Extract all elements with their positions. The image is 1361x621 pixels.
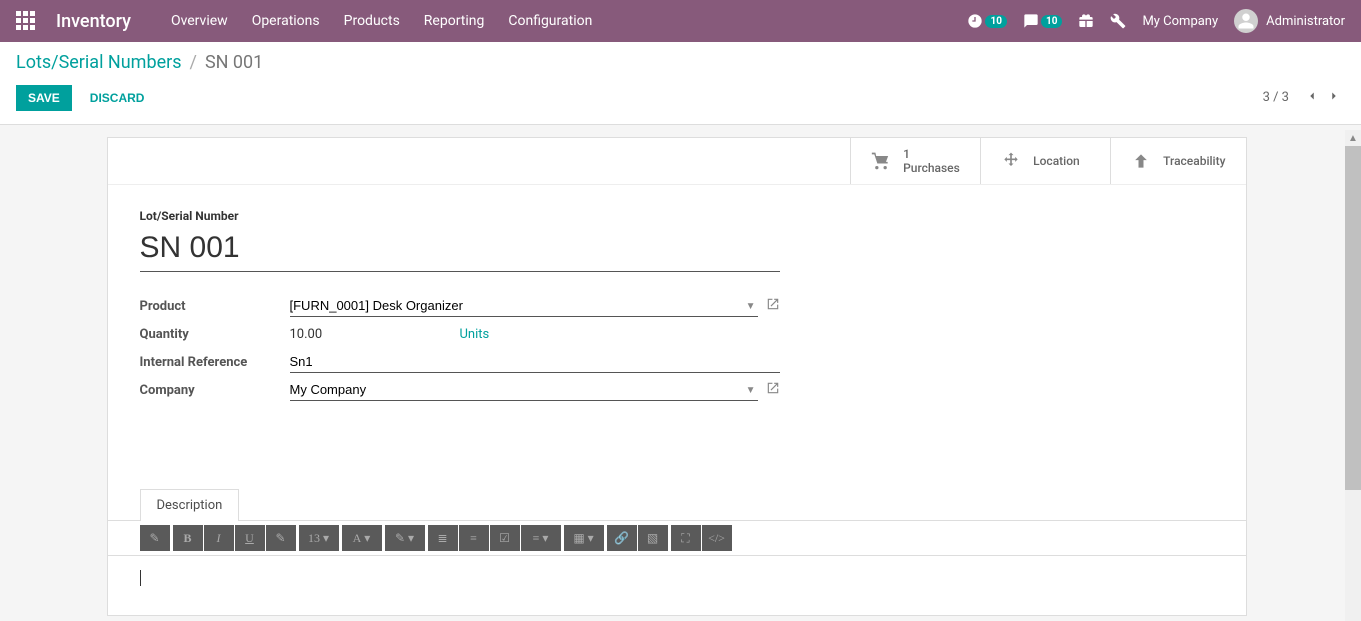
- product-input[interactable]: [290, 295, 758, 317]
- chat-icon: [1023, 13, 1039, 29]
- quantity-value: 10.00: [290, 327, 460, 342]
- messaging-indicator[interactable]: 10: [1023, 13, 1062, 29]
- editor-fontsize-button[interactable]: 13 ▾: [299, 525, 339, 551]
- nav-overview[interactable]: Overview: [171, 13, 228, 29]
- messages-badge: 10: [1041, 15, 1062, 28]
- editor-style-button[interactable]: ✎: [140, 525, 170, 551]
- pager-text: 3 / 3: [1263, 90, 1289, 105]
- external-link-icon: [766, 381, 780, 395]
- editor-code-button[interactable]: </>: [702, 525, 732, 551]
- discard-button[interactable]: Discard: [78, 85, 157, 111]
- nav-menu: Overview Operations Products Reporting C…: [171, 13, 592, 29]
- gift-icon-button[interactable]: [1078, 13, 1094, 29]
- stat-button-traceability[interactable]: Traceability: [1110, 138, 1245, 184]
- description-editor[interactable]: [108, 555, 1246, 615]
- lot-name-input[interactable]: [140, 227, 780, 272]
- breadcrumb-parent[interactable]: Lots/Serial Numbers: [16, 52, 182, 73]
- editor-backcolor-button[interactable]: ✎ ▾: [385, 525, 425, 551]
- internal-ref-label: Internal Reference: [140, 355, 290, 370]
- vertical-scrollbar[interactable]: ▲: [1345, 130, 1361, 621]
- stat-button-location[interactable]: Location: [980, 138, 1110, 184]
- internal-ref-input[interactable]: [290, 351, 780, 373]
- editor-checklist-button[interactable]: ☑: [490, 525, 520, 551]
- company-name: My Company: [1142, 14, 1218, 29]
- chevron-right-icon: [1327, 89, 1341, 103]
- control-panel: Lots/Serial Numbers / SN 001 Save Discar…: [0, 42, 1361, 125]
- stat-button-box: 1 Purchases Location Traceability: [108, 138, 1246, 185]
- cart-icon: [871, 151, 891, 171]
- top-navbar: Inventory Overview Operations Products R…: [0, 0, 1361, 42]
- pager-next-button[interactable]: [1323, 83, 1345, 112]
- gift-icon: [1078, 13, 1094, 29]
- purchases-count: 1: [903, 147, 960, 161]
- tab-description[interactable]: Description: [140, 489, 240, 521]
- editor-strike-button[interactable]: ✎: [266, 525, 296, 551]
- editor-toolbar: ✎ B I U ✎ 13 ▾ A ▾ ✎ ▾ ≣: [108, 520, 1246, 555]
- location-label: Location: [1033, 154, 1080, 168]
- editor-italic-button[interactable]: I: [204, 525, 234, 551]
- nav-operations[interactable]: Operations: [252, 13, 320, 29]
- activity-indicator[interactable]: 10: [967, 13, 1006, 29]
- tools-icon: [1110, 13, 1126, 29]
- settings-icon-button[interactable]: [1110, 13, 1126, 29]
- company-switcher[interactable]: My Company: [1142, 14, 1218, 29]
- nav-reporting[interactable]: Reporting: [424, 13, 485, 29]
- editor-ul-button[interactable]: ≣: [428, 525, 458, 551]
- company-input[interactable]: [290, 379, 758, 401]
- stat-button-purchases[interactable]: 1 Purchases: [850, 138, 980, 184]
- company-label: Company: [140, 383, 290, 398]
- scroll-up-icon: ▲: [1345, 130, 1361, 146]
- external-link-icon: [766, 297, 780, 311]
- app-title: Inventory: [56, 11, 131, 32]
- editor-bold-button[interactable]: B: [173, 525, 203, 551]
- product-external-link[interactable]: [766, 297, 780, 315]
- chevron-left-icon: [1305, 89, 1319, 103]
- editor-image-button[interactable]: ▧: [638, 525, 668, 551]
- breadcrumb-separator: /: [190, 52, 197, 73]
- form-sheet: 1 Purchases Location Traceability Lot/Se…: [107, 137, 1247, 616]
- avatar-icon: [1234, 9, 1258, 33]
- apps-icon[interactable]: [16, 11, 36, 31]
- quantity-label: Quantity: [140, 327, 290, 342]
- product-label: Product: [140, 299, 290, 314]
- clock-icon: [967, 13, 983, 29]
- editor-paragraph-button[interactable]: ≡ ▾: [521, 525, 561, 551]
- user-name: Administrator: [1266, 14, 1345, 29]
- nav-configuration[interactable]: Configuration: [508, 13, 592, 29]
- purchases-label: Purchases: [903, 161, 960, 175]
- breadcrumb: Lots/Serial Numbers / SN 001: [16, 52, 1345, 73]
- scrollbar-thumb[interactable]: [1345, 146, 1361, 490]
- editor-forecolor-button[interactable]: A ▾: [342, 525, 382, 551]
- breadcrumb-current: SN 001: [205, 52, 263, 73]
- move-icon: [1001, 151, 1021, 171]
- user-menu[interactable]: Administrator: [1234, 9, 1345, 33]
- editor-table-button[interactable]: ▦ ▾: [564, 525, 604, 551]
- save-button[interactable]: Save: [16, 85, 72, 111]
- editor-ol-button[interactable]: ≡: [459, 525, 489, 551]
- arrow-up-icon: [1131, 151, 1151, 171]
- title-field-label: Lot/Serial Number: [140, 209, 1214, 223]
- activity-badge: 10: [985, 15, 1006, 28]
- company-external-link[interactable]: [766, 381, 780, 399]
- editor-fullscreen-button[interactable]: ⛶: [671, 525, 701, 551]
- editor-underline-button[interactable]: U: [235, 525, 265, 551]
- pager: 3 / 3: [1263, 83, 1345, 112]
- text-cursor: [140, 570, 141, 586]
- editor-link-button[interactable]: 🔗: [607, 525, 637, 551]
- nav-products[interactable]: Products: [344, 13, 400, 29]
- notebook: Description ✎ B I U ✎ 13 ▾ A ▾: [108, 488, 1246, 615]
- traceability-label: Traceability: [1163, 154, 1225, 168]
- quantity-uom-link[interactable]: Units: [460, 327, 490, 342]
- pager-prev-button[interactable]: [1301, 83, 1323, 112]
